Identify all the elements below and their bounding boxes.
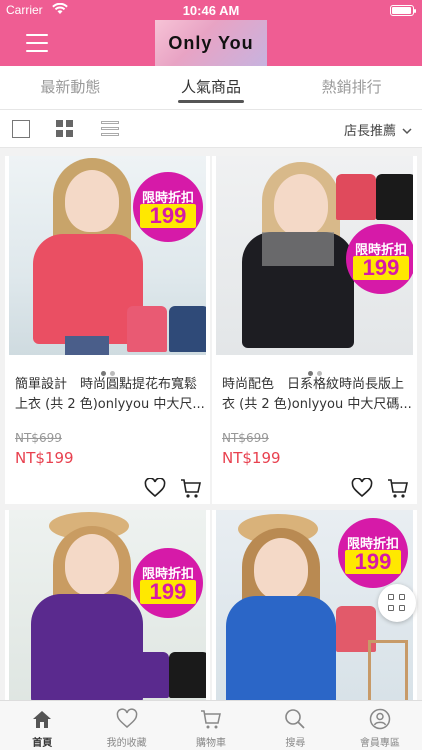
product-card[interactable]: 限時折扣 199 簡單設計 時尚圓點提花布寬鬆上衣 (共 2 色)onlyyou… bbox=[5, 156, 210, 504]
user-icon bbox=[369, 708, 391, 730]
sort-dropdown[interactable]: 店長推薦 bbox=[344, 120, 412, 139]
brand-logo[interactable]: Only You bbox=[155, 20, 267, 66]
menu-button[interactable] bbox=[26, 34, 48, 52]
product-grid: 限時折扣 199 簡單設計 時尚圓點提花布寬鬆上衣 (共 2 色)onlyyou… bbox=[0, 148, 422, 700]
original-price: NT$699 bbox=[15, 431, 62, 445]
app-header: Carrier 10:46 AM Only You bbox=[0, 0, 422, 66]
list-view-icon[interactable] bbox=[101, 120, 119, 138]
product-title[interactable]: 時尚配色 日系格紋時尚長版上衣 (共 2 色)onlyyou 中大尺碼... bbox=[222, 375, 412, 415]
bottom-nav: 首頁 我的收藏 購物車 搜尋 會員專區 bbox=[0, 700, 422, 750]
grid-view-icon[interactable] bbox=[56, 120, 74, 138]
nav-search[interactable]: 搜尋 bbox=[253, 701, 337, 750]
status-bar: Carrier 10:46 AM bbox=[0, 0, 422, 20]
sale-price: NT$199 bbox=[15, 449, 74, 467]
nav-label: 會員專區 bbox=[359, 738, 400, 749]
discount-badge: 限時折扣 199 bbox=[346, 224, 413, 294]
layout-toggle-button[interactable] bbox=[378, 584, 416, 622]
discount-badge: 限時折扣 199 bbox=[338, 518, 408, 588]
product-card[interactable]: 限時折扣 199 時尚配色 日系格紋時尚長版上衣 (共 2 色)onlyyou … bbox=[212, 156, 417, 504]
nav-label: 搜尋 bbox=[285, 738, 306, 749]
menu-line-icon bbox=[26, 34, 48, 36]
discount-badge: 限時折扣 199 bbox=[133, 172, 203, 242]
nav-cart[interactable]: 購物車 bbox=[169, 701, 253, 750]
logo-text: Only You bbox=[168, 32, 254, 53]
sort-label: 店長推薦 bbox=[343, 124, 396, 139]
product-image[interactable]: 限時折扣 199 bbox=[216, 156, 413, 355]
nav-label: 我的收藏 bbox=[106, 738, 147, 749]
heart-icon bbox=[116, 708, 137, 728]
heart-icon[interactable] bbox=[351, 478, 373, 498]
tab-bestseller[interactable]: 熱銷排行 bbox=[281, 66, 422, 109]
nav-home[interactable]: 首頁 bbox=[0, 701, 84, 750]
heart-icon[interactable] bbox=[144, 478, 166, 498]
original-price: NT$699 bbox=[222, 431, 269, 445]
single-view-icon[interactable] bbox=[12, 120, 30, 138]
cart-icon bbox=[201, 710, 221, 729]
sale-price: NT$199 bbox=[222, 449, 281, 467]
badge-value: 199 bbox=[140, 580, 196, 604]
badge-value: 199 bbox=[353, 256, 409, 280]
tab-popular[interactable]: 人氣商品 bbox=[141, 66, 282, 109]
chevron-down-icon bbox=[402, 128, 412, 135]
menu-line-icon bbox=[26, 42, 48, 44]
nav-label: 購物車 bbox=[196, 738, 227, 749]
nav-label: 首頁 bbox=[32, 738, 53, 749]
product-image[interactable]: 限時折扣 199 bbox=[9, 156, 206, 355]
cart-icon[interactable] bbox=[387, 477, 409, 499]
tab-latest[interactable]: 最新動態 bbox=[0, 66, 141, 109]
nav-favorites[interactable]: 我的收藏 bbox=[84, 701, 168, 750]
home-icon bbox=[33, 711, 52, 728]
product-image[interactable]: 限時折扣 199 bbox=[9, 510, 206, 700]
image-pager bbox=[212, 361, 417, 376]
battery-icon bbox=[390, 5, 416, 16]
status-time: 10:46 AM bbox=[182, 3, 240, 18]
search-icon bbox=[285, 709, 306, 729]
cart-icon[interactable] bbox=[180, 477, 202, 499]
nav-member[interactable]: 會員專區 bbox=[338, 701, 422, 750]
image-pager bbox=[5, 361, 210, 376]
view-toolbar: 店長推薦 bbox=[0, 110, 422, 148]
badge-value: 199 bbox=[140, 204, 196, 228]
category-tabs: 最新動態 人氣商品 熱銷排行 bbox=[0, 66, 422, 110]
badge-value: 199 bbox=[345, 550, 401, 574]
product-card[interactable]: 限時折扣 199 bbox=[5, 510, 210, 700]
discount-badge: 限時折扣 199 bbox=[133, 548, 203, 618]
product-title[interactable]: 簡單設計 時尚圓點提花布寬鬆上衣 (共 2 色)onlyyou 中大尺... bbox=[15, 375, 205, 415]
menu-line-icon bbox=[26, 50, 48, 52]
